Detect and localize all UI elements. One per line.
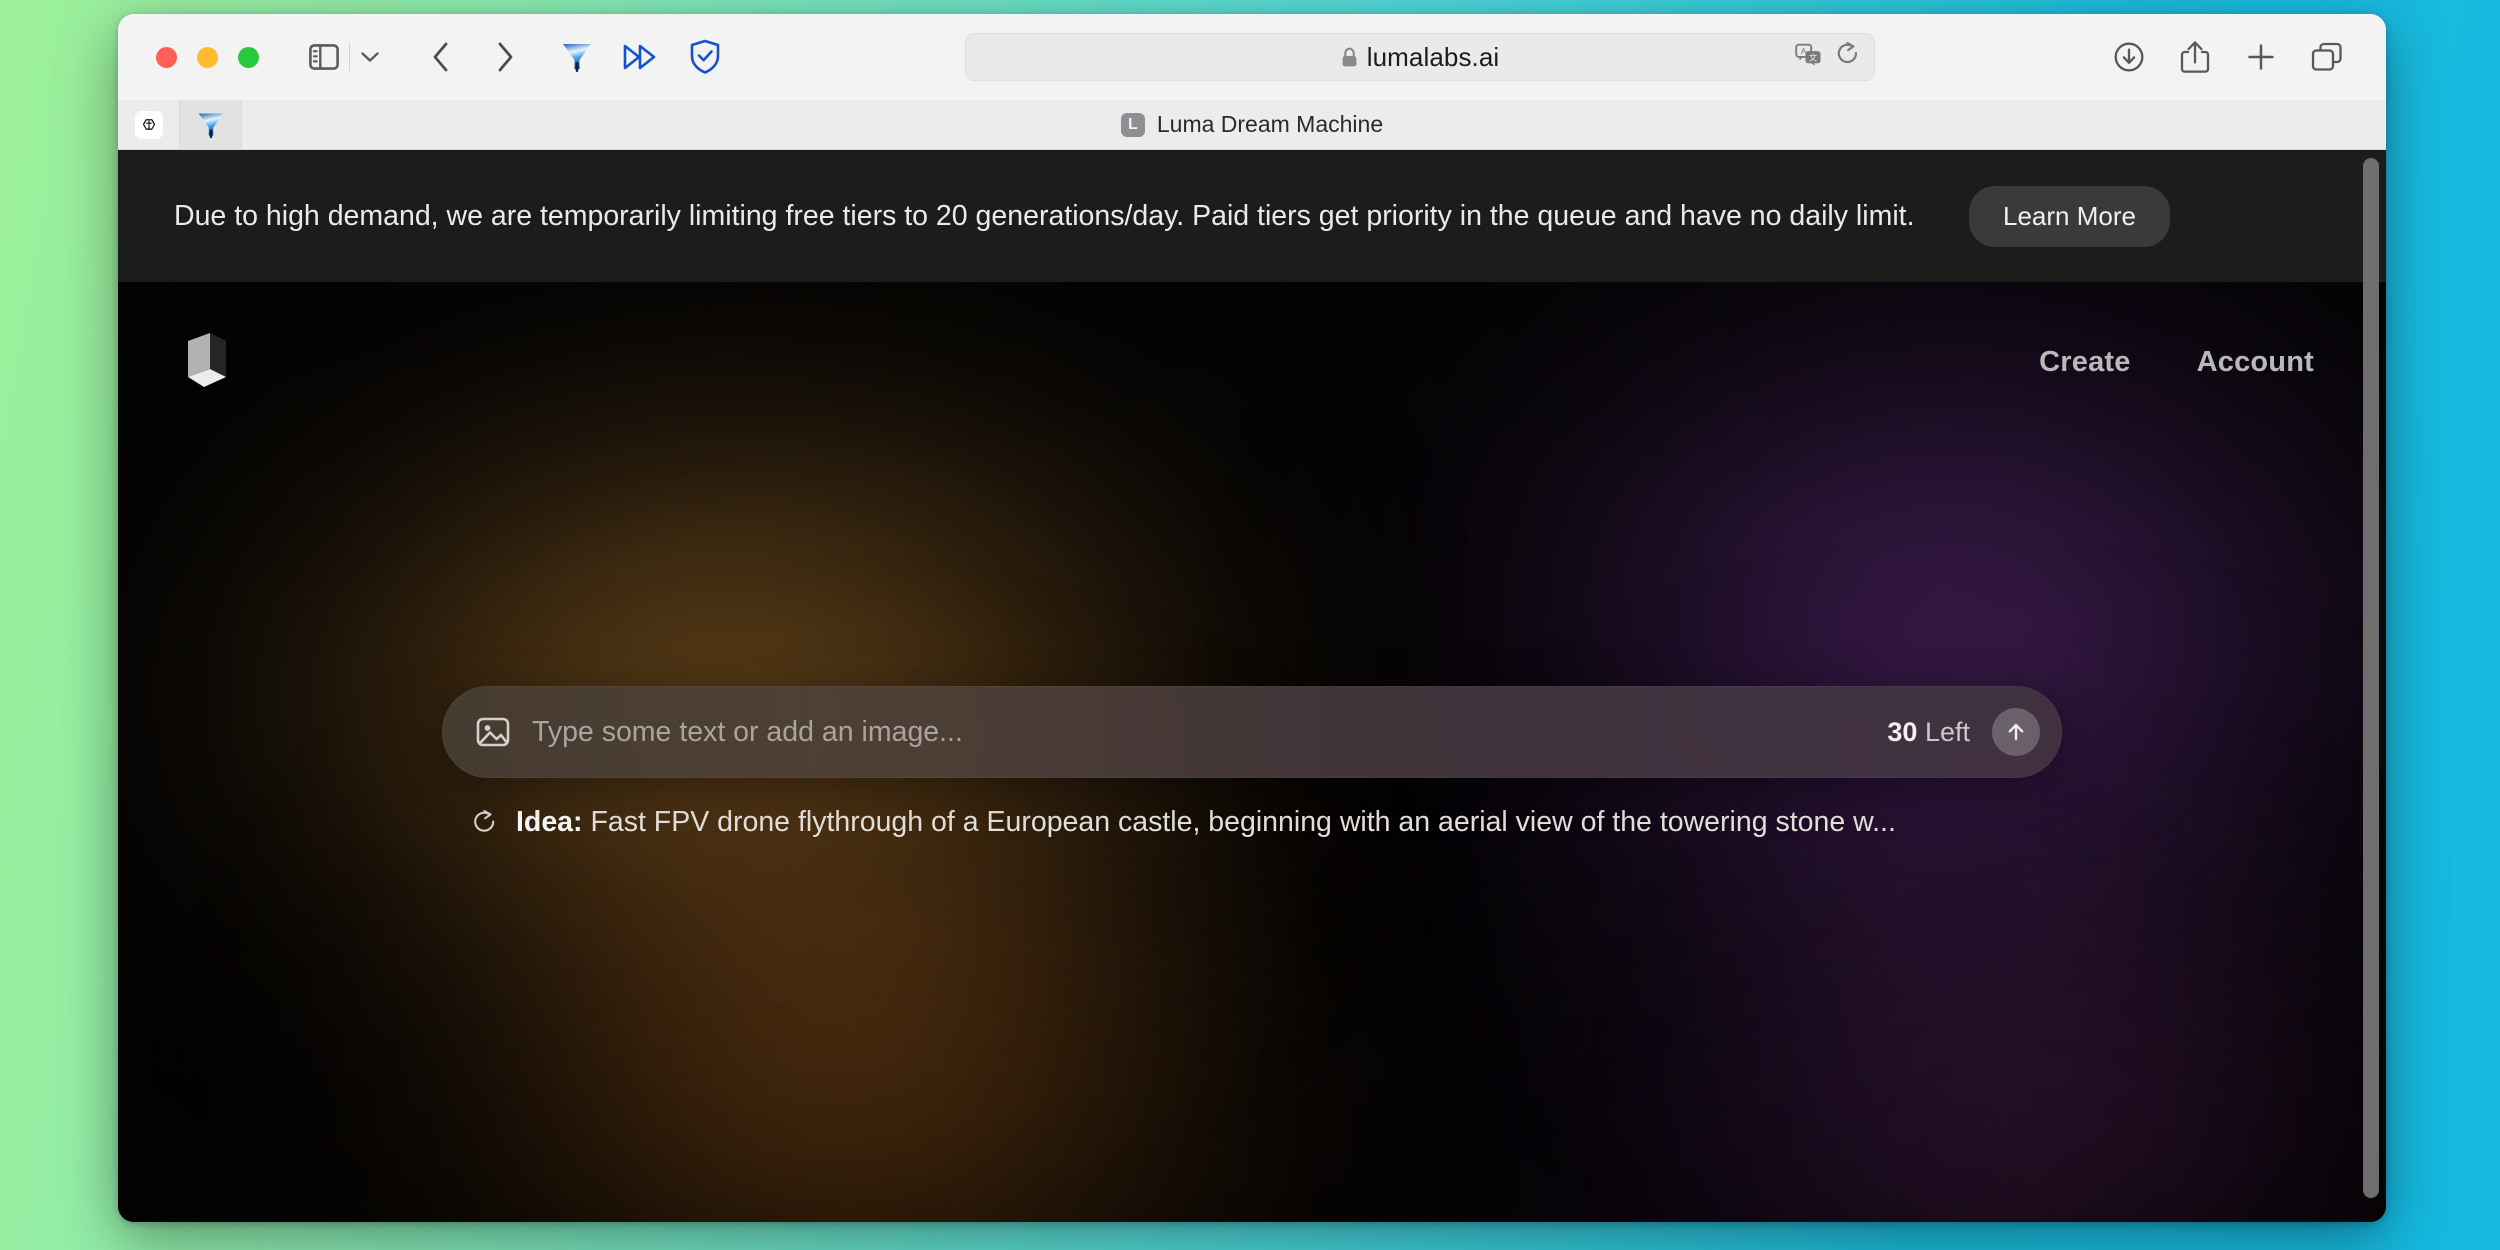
site-nav: Create Account bbox=[2039, 346, 2314, 379]
browser-window: lumalabs.ai A 文 L Luma Dream Machine Due… bbox=[118, 14, 2386, 1222]
tab-bar: L Luma Dream Machine bbox=[118, 100, 2386, 150]
address-url: lumalabs.ai bbox=[1366, 41, 1500, 72]
browser-toolbar: lumalabs.ai A 文 bbox=[118, 14, 2386, 100]
notice-banner: Due to high demand, we are temporarily l… bbox=[118, 150, 2386, 282]
tab-favicon: L bbox=[1120, 112, 1145, 137]
idea-text-wrapper: Idea: Fast FPV drone flythrough of a Eur… bbox=[516, 806, 1896, 839]
image-icon[interactable] bbox=[476, 716, 510, 748]
lock-icon bbox=[1341, 47, 1358, 68]
prompt-section: 30 Left bbox=[442, 686, 2062, 839]
fast-forward-icon bbox=[623, 44, 656, 70]
minimize-window-button[interactable] bbox=[197, 46, 218, 68]
luma-logo-icon bbox=[188, 333, 226, 387]
tab-overview-button[interactable] bbox=[2304, 34, 2350, 80]
fast-forward-extension-icon[interactable] bbox=[618, 34, 664, 80]
site-header: Create Account bbox=[118, 282, 2386, 442]
luma-funnel-icon bbox=[198, 113, 223, 138]
quota-suffix: Left bbox=[1924, 716, 1970, 747]
page-scrollbar[interactable] bbox=[2360, 150, 2382, 1222]
back-button[interactable] bbox=[418, 34, 464, 80]
svg-text:文: 文 bbox=[1809, 52, 1817, 62]
window-controls bbox=[156, 46, 259, 68]
tab-title: Luma Dream Machine bbox=[1156, 111, 1384, 137]
learn-more-button[interactable]: Learn More bbox=[1969, 185, 2170, 247]
shield-check-icon bbox=[690, 39, 720, 74]
chevron-left-icon bbox=[433, 42, 448, 72]
quota-count: 30 bbox=[1887, 716, 1918, 747]
page-content: Due to high demand, we are temporarily l… bbox=[118, 150, 2386, 1222]
new-tab-button[interactable] bbox=[2238, 34, 2284, 80]
scrollbar-thumb[interactable] bbox=[2363, 158, 2379, 1198]
arrow-up-icon bbox=[2008, 723, 2024, 741]
maximize-window-button[interactable] bbox=[238, 46, 259, 68]
prompt-bar: 30 Left bbox=[442, 686, 2062, 778]
active-tab[interactable]: L Luma Dream Machine bbox=[118, 100, 2386, 149]
idea-suggestion[interactable]: Idea: Fast FPV drone flythrough of a Eur… bbox=[442, 806, 2062, 839]
idea-prompt-text: Fast FPV drone flythrough of a European … bbox=[590, 806, 1896, 838]
downloads-button[interactable] bbox=[2106, 34, 2152, 80]
idea-label: Idea: bbox=[516, 806, 583, 838]
download-circle-icon bbox=[2114, 42, 2144, 72]
address-bar[interactable]: lumalabs.ai A 文 bbox=[965, 33, 1875, 81]
nav-create[interactable]: Create bbox=[2039, 346, 2130, 379]
luma-funnel-extension-icon[interactable] bbox=[554, 34, 600, 80]
banner-message: Due to high demand, we are temporarily l… bbox=[174, 199, 1915, 232]
toolbar-right-actions bbox=[2106, 34, 2350, 80]
sidebar-options-button[interactable] bbox=[352, 34, 388, 80]
shield-check-extension-icon[interactable] bbox=[682, 34, 728, 80]
translate-icon[interactable]: A 文 bbox=[1795, 43, 1822, 71]
forward-button[interactable] bbox=[482, 34, 528, 80]
luma-funnel-icon bbox=[563, 44, 591, 72]
sidebar-toggle-button[interactable] bbox=[301, 34, 347, 80]
toolbar-divider bbox=[349, 43, 350, 71]
nav-account[interactable]: Account bbox=[2197, 346, 2314, 379]
chevron-down-icon bbox=[361, 52, 379, 62]
tab-group-icon bbox=[2311, 42, 2342, 71]
refresh-icon[interactable] bbox=[472, 809, 498, 837]
pinned-tab-openai[interactable] bbox=[118, 100, 180, 149]
pinned-tab-luma[interactable] bbox=[180, 100, 242, 149]
hero-stage: Create Account 30 bbox=[118, 282, 2386, 1222]
share-button[interactable] bbox=[2172, 34, 2218, 80]
prompt-input[interactable] bbox=[532, 715, 1866, 749]
openai-logo-icon bbox=[134, 110, 163, 139]
quota-label: 30 Left bbox=[1887, 717, 1970, 748]
sidebar-icon bbox=[309, 44, 339, 70]
chevron-right-icon bbox=[498, 42, 513, 72]
close-window-button[interactable] bbox=[156, 46, 177, 68]
share-icon bbox=[2180, 41, 2210, 73]
plus-icon bbox=[2248, 44, 2274, 70]
reload-icon[interactable] bbox=[1836, 42, 1860, 73]
browser-extensions bbox=[554, 34, 728, 80]
send-button[interactable] bbox=[1992, 708, 2040, 756]
luma-logo[interactable] bbox=[174, 331, 230, 393]
